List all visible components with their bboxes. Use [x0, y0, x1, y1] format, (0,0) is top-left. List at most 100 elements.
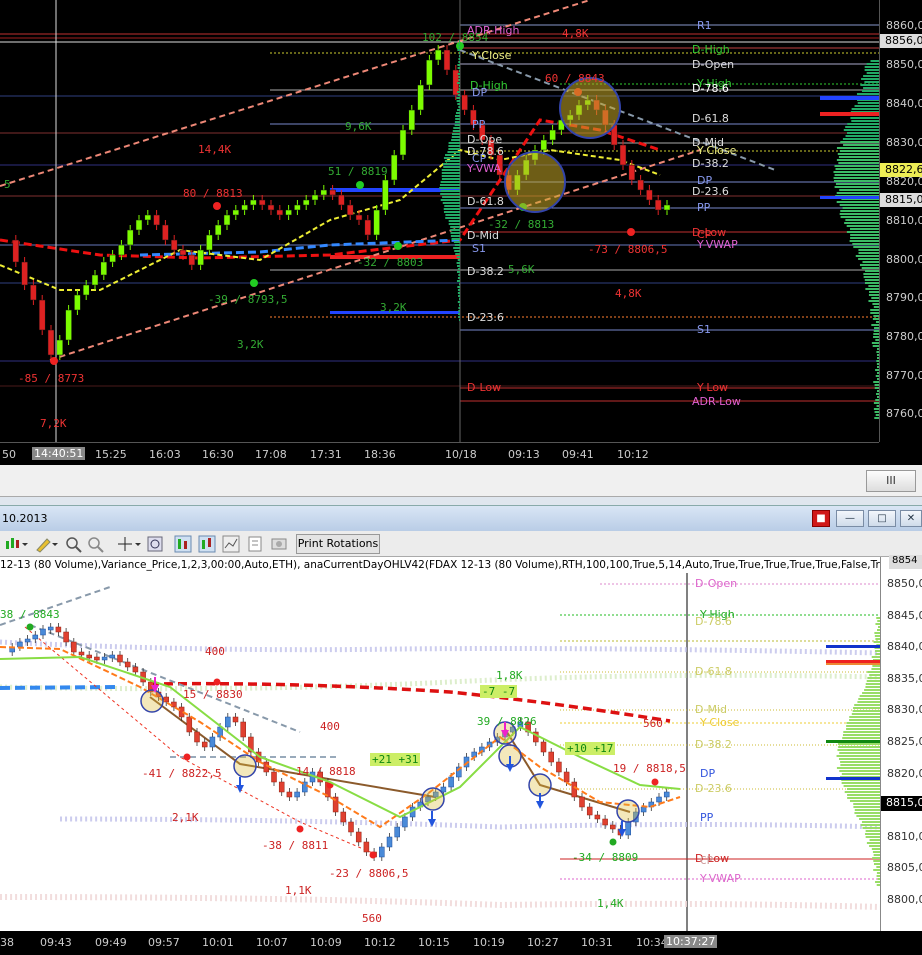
profile-bar [865, 66, 879, 68]
zoom-out-icon[interactable] [86, 535, 104, 553]
price-tick: 8850,0 [887, 577, 922, 590]
candle [347, 205, 353, 215]
link-icon[interactable]: ■ [812, 510, 830, 527]
profile-bar [457, 82, 460, 84]
candle [22, 262, 28, 285]
candle [610, 825, 615, 829]
time-tick: 38 [0, 936, 14, 949]
candle [391, 155, 397, 180]
profile-bar [846, 135, 879, 137]
profile-bar [455, 124, 460, 126]
maximize-button[interactable]: □ [868, 510, 896, 527]
level-pp: PP [700, 811, 713, 824]
profile-bar [457, 256, 460, 258]
profile-bar [457, 91, 460, 93]
time-tick: 10:07 [256, 936, 288, 949]
strategies-icon[interactable] [222, 535, 240, 553]
candle [92, 275, 98, 285]
profile-bar [458, 79, 460, 81]
magnify-icon[interactable] [146, 535, 164, 553]
profile-bar [449, 223, 460, 225]
profile-bar [857, 93, 879, 95]
candle [187, 717, 192, 732]
top-price-chart[interactable]: ADR-High R1 Y-Close D-High D-Open Y-High… [0, 0, 922, 465]
crosshair-icon[interactable] [116, 535, 142, 553]
profile-bar [844, 129, 879, 131]
profile-bar [843, 138, 879, 140]
candle [57, 340, 63, 355]
data-box-icon[interactable] [174, 535, 192, 553]
zoom-in-icon[interactable] [64, 535, 82, 553]
profile-bar [850, 240, 879, 242]
top-time-axis[interactable]: 50 14:40:51 15:25 16:03 16:30 17:08 17:3… [0, 442, 879, 465]
profile-bar [850, 117, 879, 119]
bottom-chart-canvas[interactable] [0, 557, 880, 931]
pivot-circle [529, 774, 551, 796]
bar-type-icon[interactable] [4, 535, 28, 553]
candle [180, 250, 186, 255]
candle [664, 792, 669, 797]
bottom-time-axis[interactable]: 38 09:43 09:49 09:57 10:01 10:07 10:09 1… [0, 931, 922, 955]
candle [564, 772, 569, 782]
splitter[interactable] [0, 497, 922, 505]
chart-window-titlebar[interactable]: 10.2013 ■ — □ ✕ [0, 505, 922, 531]
horizontal-scrollbar[interactable]: III [0, 465, 922, 497]
minimize-button[interactable]: — [836, 510, 864, 527]
level-r1: R1 [697, 19, 712, 32]
candle [400, 130, 406, 155]
level-y-close: Y-Close [700, 716, 739, 729]
profile-bar [838, 162, 879, 164]
annotation: 1,8K [496, 669, 523, 682]
profile-bar [856, 815, 880, 817]
profile-bar [838, 153, 879, 155]
candle [133, 667, 138, 672]
profile-bar [843, 731, 880, 733]
print-rotations-button[interactable]: Print Rotations [296, 534, 380, 554]
level-d-23: D-23.6 [695, 782, 732, 795]
profile-bar [845, 791, 880, 793]
level-d-38: D-38.2 [692, 157, 729, 170]
profile-bar [455, 118, 460, 120]
candle [541, 742, 546, 752]
bottom-price-axis[interactable]: 8854 8850,0 8845,0 8840,0 8835,0 8830,0 … [880, 557, 922, 931]
profile-bar [870, 839, 880, 841]
candle [272, 772, 277, 782]
candle [210, 737, 215, 747]
pivot-circle [617, 800, 639, 822]
profile-bar [837, 159, 879, 161]
level-adr-low: ADR-Low [692, 395, 741, 408]
profile-bar [458, 313, 460, 315]
profile-bar [457, 262, 460, 264]
snapshot-icon[interactable] [270, 535, 288, 553]
annotation: -38 / 8811 [262, 839, 328, 852]
profile-bar [867, 677, 880, 679]
candle [294, 205, 300, 210]
scroll-thumb-button[interactable]: III [866, 470, 916, 492]
annotation: 4,8K [562, 27, 589, 40]
properties-icon[interactable] [246, 535, 264, 553]
candle [356, 215, 362, 220]
profile-bar [871, 324, 879, 326]
indicators-icon[interactable] [198, 535, 216, 553]
candle [79, 652, 84, 655]
bottom-price-chart[interactable]: 12-13 (80 Volume),Variance_Price,1,2,3,0… [0, 557, 922, 955]
candle [189, 255, 195, 265]
top-chart-canvas[interactable] [0, 0, 879, 442]
pencil-icon[interactable] [34, 535, 58, 553]
level-mid-pp: PP [472, 118, 485, 131]
top-price-axis[interactable]: 8860,0 8856,0 8850,0 8840,0 8830,0 8822,… [879, 0, 922, 442]
annotation: -73 / 8806,5 [588, 243, 667, 256]
level-y-vwap: Y-VWAP [700, 872, 741, 885]
level-dp: DP [700, 767, 715, 780]
close-button[interactable]: ✕ [900, 510, 922, 527]
profile-bar [871, 297, 879, 299]
swing-dot [652, 779, 659, 786]
profile-bar [855, 809, 880, 811]
swing-dot [370, 852, 377, 859]
level-mid-cp-2: CP [697, 228, 711, 241]
profile-bar [852, 108, 879, 110]
annotation: 14 / 8818 [296, 765, 356, 778]
profile-bar [849, 716, 880, 718]
price-tick: 8830,0 [887, 703, 922, 716]
candle [541, 140, 547, 150]
